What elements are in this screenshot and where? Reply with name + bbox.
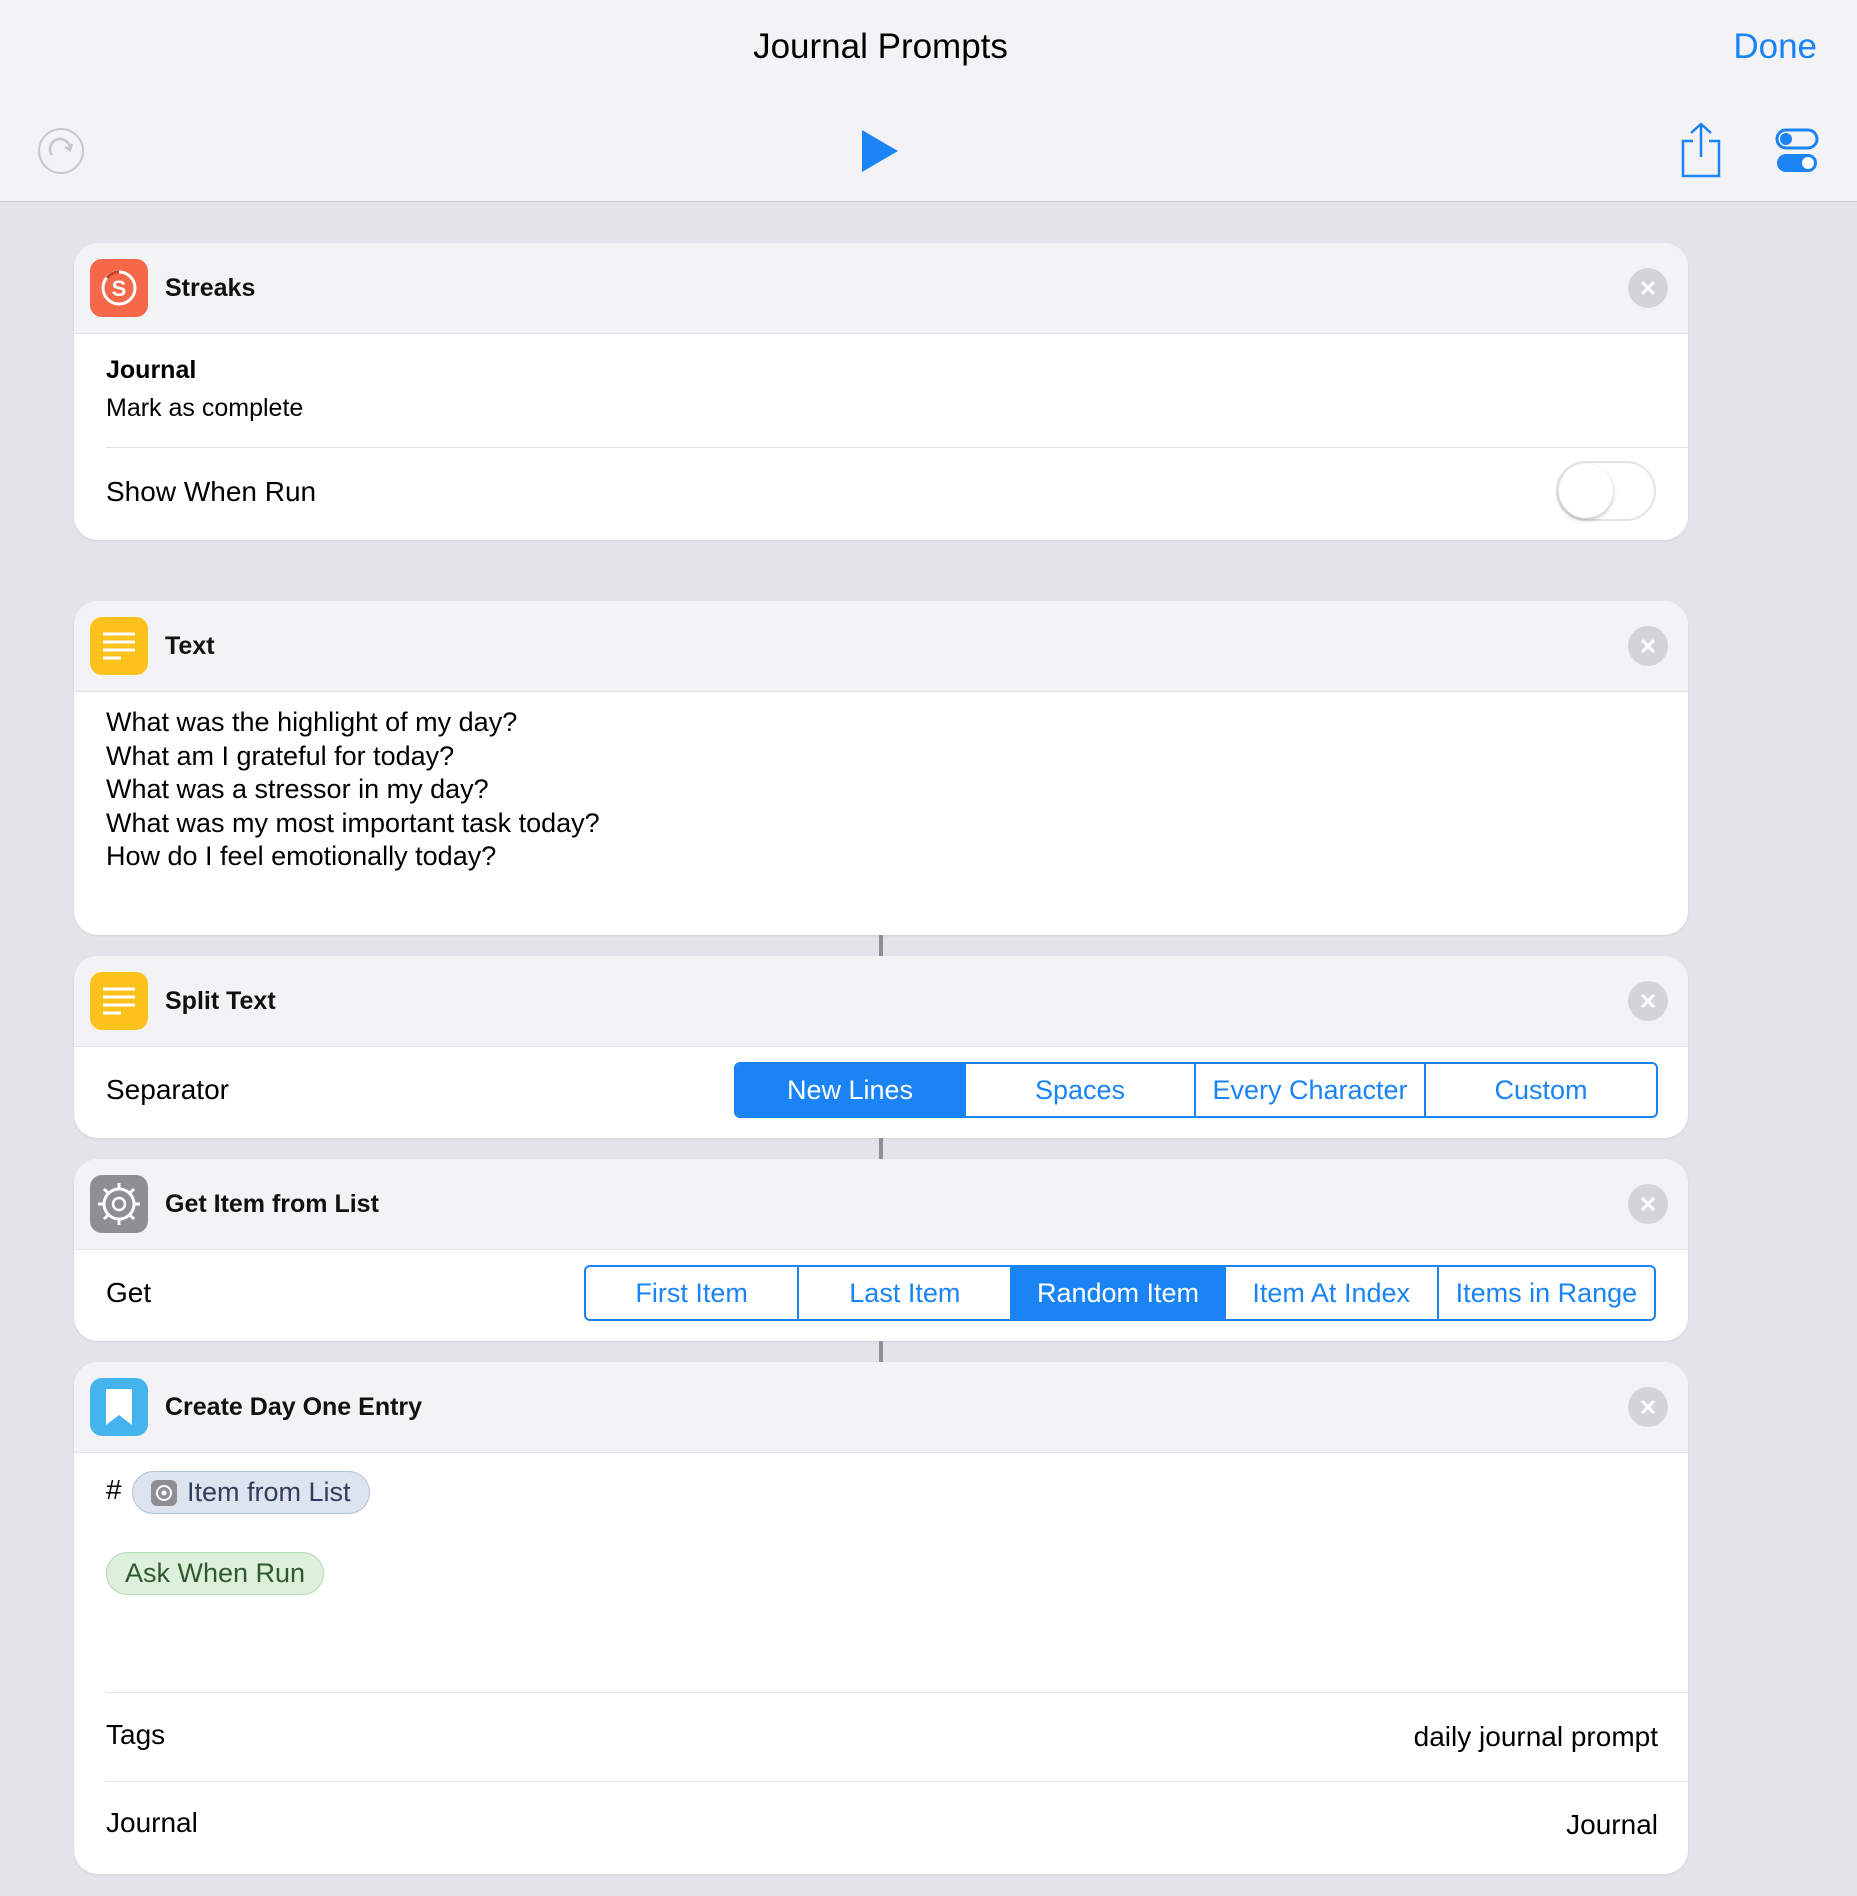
segment-items-in-range[interactable]: Items in Range (1439, 1267, 1654, 1319)
segment-custom[interactable]: Custom (1426, 1064, 1656, 1116)
streaks-action-card: S Streaks Journal Mark as complete Show … (74, 243, 1688, 540)
divider (106, 447, 1688, 448)
segment-every-character[interactable]: Every Character (1196, 1064, 1426, 1116)
journal-label: Journal (106, 1807, 198, 1838)
tags-value[interactable]: daily journal prompt (1414, 1721, 1658, 1753)
segment-first-item[interactable]: First Item (586, 1267, 800, 1319)
remove-action-button[interactable] (1628, 626, 1668, 666)
segment-item-at-index[interactable]: Item At Index (1226, 1267, 1439, 1319)
show-when-run-toggle[interactable] (1556, 461, 1656, 521)
card-title: Get Item from List (165, 1190, 379, 1218)
settings-toggle-icon[interactable] (1775, 128, 1819, 179)
split-text-action-card: Split Text Separator New Lines Spaces Ev… (74, 956, 1688, 1138)
segment-random-item[interactable]: Random Item (1012, 1267, 1226, 1319)
text-body[interactable]: What was the highlight of my day? What a… (106, 706, 600, 874)
ask-when-run-token[interactable]: Ask When Run (106, 1552, 325, 1595)
get-item-action-card: Get Item from List Get First Item Last I… (74, 1159, 1688, 1341)
day-one-app-icon (90, 1378, 148, 1436)
habit-action[interactable]: Mark as complete (106, 394, 303, 423)
item-from-list-token[interactable]: Item from List (132, 1471, 370, 1514)
separator-segmented-control: New Lines Spaces Every Character Custom (734, 1062, 1658, 1118)
close-icon (1640, 280, 1656, 296)
card-header: Text (74, 601, 1688, 692)
card-title: Create Day One Entry (165, 1393, 423, 1421)
streaks-app-icon: S (90, 259, 148, 317)
token-label: Item from List (187, 1477, 351, 1507)
text-line: What was a stressor in my day? (106, 774, 489, 804)
card-header: Get Item from List (74, 1159, 1688, 1250)
close-icon (1640, 1399, 1656, 1415)
undo-icon[interactable] (37, 127, 85, 180)
get-label: Get (106, 1277, 152, 1308)
day-one-action-card: Create Day One Entry # Item from List As… (74, 1362, 1688, 1874)
close-icon (1640, 993, 1656, 1009)
card-header: Create Day One Entry (74, 1362, 1688, 1453)
tags-label: Tags (106, 1719, 166, 1750)
gear-icon (151, 1479, 177, 1506)
split-text-app-icon (90, 972, 148, 1030)
get-segmented-control: First Item Last Item Random Item Item At… (584, 1265, 1656, 1321)
card-title: Text (165, 632, 215, 660)
text-line: How do I feel emotionally today? (106, 841, 497, 871)
segment-new-lines[interactable]: New Lines (736, 1064, 966, 1116)
habit-name[interactable]: Journal (106, 356, 196, 385)
top-bar: Journal Prompts Done (0, 0, 1857, 202)
flow-connector (879, 935, 883, 956)
text-line: What am I grateful for today? (106, 740, 455, 771)
segment-last-item[interactable]: Last Item (799, 1267, 1013, 1319)
share-icon[interactable] (1679, 121, 1723, 184)
card-title: Split Text (165, 987, 276, 1015)
play-icon[interactable] (860, 128, 900, 179)
hash-symbol: # (106, 1474, 122, 1505)
card-header: S Streaks (74, 243, 1688, 334)
flow-connector (879, 1138, 883, 1159)
text-app-icon (90, 617, 148, 675)
remove-action-button[interactable] (1628, 981, 1668, 1021)
card-header: Split Text (74, 956, 1688, 1047)
segment-spaces[interactable]: Spaces (966, 1064, 1196, 1116)
divider (106, 1781, 1688, 1782)
separator-label: Separator (106, 1074, 229, 1105)
toggle-knob (1559, 464, 1613, 518)
remove-action-button[interactable] (1628, 1387, 1668, 1427)
token-label: Ask When Run (125, 1558, 306, 1588)
divider (106, 1692, 1688, 1693)
text-action-card: Text What was the highlight of my day? W… (74, 601, 1688, 935)
svg-text:S: S (112, 276, 127, 301)
journal-value[interactable]: Journal (1566, 1809, 1658, 1841)
text-line: What was the highlight of my day? (106, 707, 518, 737)
done-button[interactable]: Done (1733, 27, 1817, 67)
close-icon (1640, 1196, 1656, 1212)
remove-action-button[interactable] (1628, 268, 1668, 308)
text-line: What was my most important task today? (106, 807, 600, 838)
remove-action-button[interactable] (1628, 1184, 1668, 1224)
show-when-run-label: Show When Run (106, 476, 317, 507)
gear-app-icon (90, 1175, 148, 1233)
shortcut-title: Journal Prompts (753, 27, 1008, 66)
flow-connector (879, 1341, 883, 1362)
close-icon (1640, 638, 1656, 654)
card-title: Streaks (165, 274, 256, 302)
